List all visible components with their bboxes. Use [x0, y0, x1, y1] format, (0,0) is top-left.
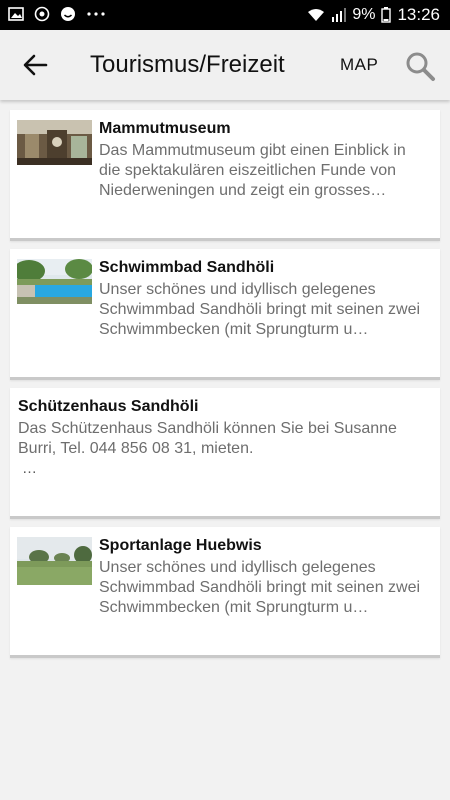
notification-icons	[8, 6, 106, 22]
image-icon	[8, 7, 24, 21]
page-title: Tourismus/Freizeit	[90, 51, 285, 78]
list-item-description: Unser schönes und idyllisch gelegenes Sc…	[99, 559, 421, 616]
sync-icon	[34, 6, 50, 22]
list-item-title: Mammutmuseum	[99, 120, 231, 137]
list-item-description: Unser schönes und idyllisch gelegenes Sc…	[99, 281, 421, 338]
pool-thumbnail	[17, 259, 92, 304]
list-item-title: Sportanlage Huebwis	[99, 537, 262, 554]
battery-icon	[381, 7, 392, 23]
museum-thumbnail	[17, 120, 92, 165]
list-item[interactable]: Sportanlage Huebwis Unser schönes und id…	[10, 527, 440, 658]
search-icon[interactable]	[404, 50, 436, 82]
list-item-title: Schützenhaus Sandhöli	[18, 398, 199, 415]
battery-percent: 9%	[352, 6, 376, 23]
back-arrow-icon[interactable]	[20, 50, 50, 80]
list-item-description: Das Mammutmuseum gibt einen Einblick in …	[99, 142, 406, 199]
list-item-title: Schwimmbad Sandhöli	[99, 259, 275, 276]
smiley-icon	[61, 7, 75, 21]
status-bar: 9% 13:26	[0, 0, 450, 30]
list-item[interactable]: Schützenhaus Sandhöli Das Schützenhaus S…	[10, 388, 440, 519]
list-item-description: Das Schützenhaus Sandhöli können Sie bei…	[18, 420, 397, 457]
map-button[interactable]: MAP	[340, 55, 378, 75]
system-status: 9% 13:26	[306, 5, 440, 25]
sports-field-thumbnail	[17, 537, 92, 585]
wifi-icon	[308, 9, 325, 21]
app-bar: Tourismus/Freizeit MAP	[0, 30, 450, 100]
more-dots-icon	[87, 12, 105, 16]
signal-icon	[332, 8, 347, 22]
list-item[interactable]: Mammutmuseum Das Mammutmuseum gibt einen…	[10, 110, 440, 241]
list-item-more: …	[22, 460, 37, 477]
clock: 13:26	[397, 5, 440, 24]
list-item[interactable]: Schwimmbad Sandhöli Unser schönes und id…	[10, 249, 440, 380]
